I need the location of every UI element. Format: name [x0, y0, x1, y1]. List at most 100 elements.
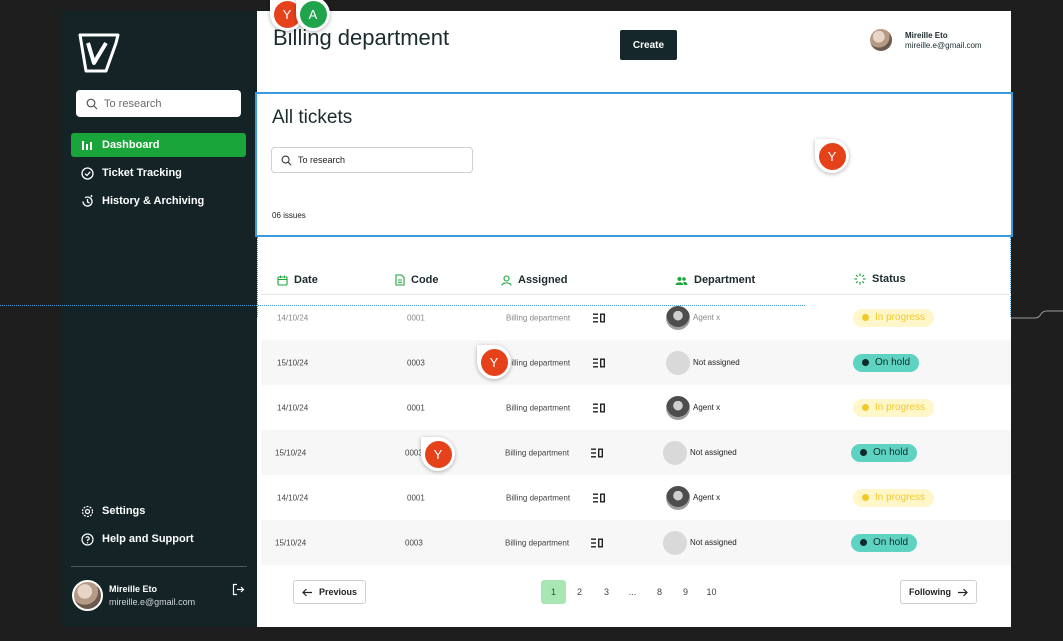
users-icon [675, 275, 688, 286]
page-title: Billing department [273, 25, 450, 50]
details-icon[interactable] [593, 313, 605, 322]
column-label: Department [694, 274, 756, 286]
file-icon [395, 274, 405, 286]
cell-department: Agent x [666, 395, 720, 420]
department-label: Agent x [693, 313, 721, 322]
page-number[interactable]: 9 [673, 580, 698, 604]
sidebar-divider [71, 566, 247, 567]
status-badge: On hold [851, 533, 918, 552]
collaborator-cursor: Y [421, 437, 455, 471]
table-row[interactable]: 14/10/24 0001 Billing department Agent x… [261, 475, 1011, 520]
details-icon[interactable] [593, 403, 605, 412]
nav-label: Help and Support [102, 533, 194, 545]
gear-icon [80, 504, 94, 518]
status-label: On hold [873, 537, 909, 548]
status-badge: In progress [853, 398, 935, 417]
nav-label: Dashboard [102, 139, 160, 151]
cell-date: 15/10/24 [277, 358, 309, 367]
status-label: In progress [875, 312, 926, 323]
nav-label: History & Archiving [102, 195, 205, 207]
sidebar-user: Mireille Eto mireille.e@gmail.com [72, 577, 247, 613]
cell-date: 14/10/24 [277, 403, 309, 412]
nav-dashboard[interactable]: Dashboard [71, 133, 246, 157]
collaborator-initial: Y [424, 440, 452, 468]
cell-date: 15/10/24 [275, 538, 307, 547]
header-user-email: mireille.e@gmail.com [905, 40, 982, 50]
tickets-search-placeholder: To research [298, 155, 346, 165]
page-number[interactable]: 3 [594, 580, 619, 604]
details-icon[interactable] [591, 448, 603, 457]
tickets-search-input[interactable]: To research [271, 147, 473, 173]
avatar[interactable] [72, 579, 103, 611]
status-badge: In progress [853, 308, 935, 327]
column-header-code[interactable]: Code [395, 274, 439, 286]
check-circle-icon [80, 166, 94, 180]
column-header-assigned[interactable]: Assigned [501, 274, 568, 286]
sidebar-search-placeholder: To research [104, 97, 162, 110]
sidebar: To research Dashboard Ticket Tracking Hi… [62, 11, 257, 627]
nav-ticket-tracking[interactable]: Ticket Tracking [71, 161, 246, 185]
history-icon [80, 194, 94, 208]
bar-chart-icon [80, 138, 94, 152]
nav-help-support[interactable]: Help and Support [71, 527, 246, 551]
loader-icon [854, 273, 866, 285]
tickets-title: All tickets [272, 107, 353, 128]
details-icon[interactable] [593, 358, 605, 367]
avatar[interactable] [868, 27, 894, 53]
cell-department: Agent x [666, 305, 721, 330]
connector-line [1011, 310, 1063, 319]
cell-code: 0003 [407, 358, 425, 367]
cell-department: Not assigned [663, 530, 737, 555]
following-button[interactable]: Following [900, 580, 977, 604]
previous-button[interactable]: Previous [293, 580, 366, 604]
cell-department: Not assigned [666, 350, 740, 375]
cell-assigned: Billing department [505, 538, 570, 547]
collaborator-cursor: Y [815, 139, 849, 173]
create-button[interactable]: Create [620, 30, 677, 60]
cell-assigned: Billing department [506, 358, 571, 367]
column-header-date[interactable]: Date [277, 274, 318, 286]
avatar [663, 440, 687, 465]
main-panel: Billing department Create Mireille Eto m… [255, 11, 1013, 627]
table-row[interactable]: 14/10/24 0001 Billing department Agent x… [261, 385, 1011, 430]
details-icon[interactable] [593, 493, 605, 502]
details-icon[interactable] [591, 538, 603, 547]
cell-code: 0001 [407, 493, 425, 502]
search-icon [86, 98, 98, 109]
avatar [666, 350, 690, 375]
arrow-right-icon [958, 588, 968, 596]
logout-icon[interactable] [232, 583, 245, 596]
column-header-status[interactable]: Status [854, 273, 906, 285]
table-row[interactable]: 15/10/24 0003 Billing department Not ass… [261, 340, 1011, 385]
page-number[interactable]: 10 [699, 580, 724, 604]
cell-code: 0003 [405, 538, 423, 547]
sidebar-user-email: mireille.e@gmail.com [109, 596, 196, 607]
cell-assigned: Billing department [506, 313, 571, 322]
search-icon [281, 155, 292, 165]
table-row[interactable]: 14/10/24 0001 Billing department Agent x… [261, 295, 1011, 340]
column-label: Code [411, 274, 439, 286]
page-ellipsis: ... [628, 587, 637, 597]
department-label: Agent x [693, 493, 721, 502]
nav-history-archiving[interactable]: History & Archiving [71, 189, 246, 213]
status-badge: In progress [853, 488, 935, 507]
app-logo[interactable] [76, 31, 122, 75]
page-number[interactable]: 1 [541, 580, 566, 604]
avatar [663, 530, 687, 555]
page-number[interactable]: 8 [647, 580, 672, 604]
sidebar-search-input[interactable]: To research [76, 90, 241, 117]
page-number[interactable]: 2 [567, 580, 592, 604]
column-header-department[interactable]: Department [675, 274, 755, 286]
table-row[interactable]: 15/10/24 0003 Billing department Not ass… [261, 430, 1011, 475]
header-user: Mireille Eto mireille.e@gmail.com [868, 27, 982, 53]
cell-assigned: Billing department [505, 448, 570, 457]
arrow-left-icon [302, 588, 312, 596]
collaborator-cursor: Y [477, 345, 511, 379]
nav-settings[interactable]: Settings [71, 499, 246, 523]
sidebar-user-name: Mireille Eto [109, 583, 158, 594]
cell-department: Agent x [666, 485, 721, 510]
calendar-icon [277, 275, 288, 286]
table-row[interactable]: 15/10/24 0003 Billing department Not ass… [261, 520, 1011, 565]
department-label: Not assigned [690, 448, 737, 457]
status-label: In progress [875, 492, 926, 503]
